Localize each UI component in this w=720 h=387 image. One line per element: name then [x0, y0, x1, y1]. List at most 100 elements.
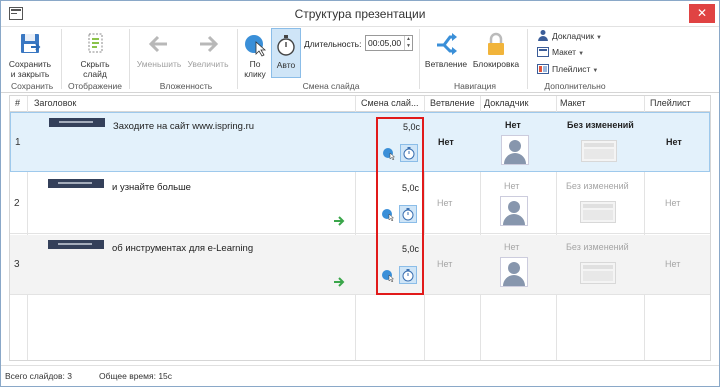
- ribbon-toolbar: Сохранить и закрыть Сохранить Скрыть сла…: [1, 27, 719, 93]
- playlist-value[interactable]: Нет: [665, 259, 680, 269]
- duration-input[interactable]: 00:05,00 ▲ ▼: [365, 35, 413, 51]
- transition-highlight-box: [376, 117, 424, 295]
- group-label-nesting: Вложенность: [159, 81, 213, 91]
- slide-thumbnail: [49, 118, 105, 127]
- chevron-down-icon: ▼: [592, 68, 599, 74]
- row-number: 2: [14, 198, 20, 209]
- table-header: # Заголовок Смена слай... Ветвление Докл…: [10, 96, 710, 112]
- structure-window: Структура презентации ✕ Сохранить и закр…: [0, 0, 720, 387]
- slide-thumbnail: [48, 179, 104, 188]
- decrease-nesting-button[interactable]: Уменьшить: [135, 31, 183, 69]
- ribbon-separator: [237, 29, 238, 89]
- hide-slide-icon: [82, 31, 108, 57]
- branching-value[interactable]: Нет: [437, 198, 452, 208]
- increase-nesting-label: Увеличить: [187, 59, 229, 69]
- player-icon: [537, 64, 549, 74]
- duration-spinner[interactable]: ▲ ▼: [404, 36, 412, 50]
- column-header-title[interactable]: Заголовок: [34, 98, 76, 108]
- duration-value: 00:05,00: [368, 38, 402, 48]
- hide-slide-button[interactable]: Скрыть слайд: [73, 31, 117, 79]
- presenter-dropdown[interactable]: Докладчик ▼: [537, 29, 602, 43]
- layout-thumbnail-icon[interactable]: [581, 140, 617, 162]
- chevron-down-icon: ▼: [595, 35, 602, 41]
- column-header-playlist[interactable]: Плейлист: [650, 98, 691, 108]
- layout-thumbnail-icon[interactable]: [580, 262, 616, 284]
- column-header-branching[interactable]: Ветвление: [430, 98, 475, 108]
- slide-title[interactable]: Заходите на сайт www.ispring.ru: [113, 121, 254, 132]
- stopwatch-icon: [273, 32, 299, 58]
- column-header-layout[interactable]: Макет: [560, 98, 585, 108]
- auto-label: Авто: [276, 60, 296, 70]
- playlist-value[interactable]: Нет: [665, 198, 680, 208]
- status-bar: Всего слайдов: 3 Общее время: 15с: [1, 365, 719, 386]
- save-disk-icon: [17, 31, 43, 57]
- slide-thumbnail: [48, 240, 104, 249]
- presenter-avatar-icon[interactable]: [500, 257, 528, 287]
- layout-value[interactable]: Без изменений: [566, 181, 629, 191]
- decrease-nesting-label: Уменьшить: [136, 59, 182, 69]
- arrow-left-icon: [146, 31, 172, 57]
- playlist-value[interactable]: Нет: [666, 137, 682, 147]
- table-row[interactable]: 3 об инструментах для e-Learning 5,0с Не…: [10, 235, 710, 295]
- layout-value[interactable]: Без изменений: [566, 242, 629, 252]
- ribbon-separator: [61, 29, 62, 89]
- layout-label: Макет: [552, 47, 577, 57]
- branching-button[interactable]: Ветвление: [423, 31, 469, 69]
- hide-slide-label: Скрыть слайд: [80, 59, 110, 79]
- save-and-close-button[interactable]: Сохранить и закрыть: [7, 31, 53, 79]
- close-button[interactable]: ✕: [689, 4, 715, 23]
- branching-value[interactable]: Нет: [438, 137, 454, 147]
- title-bar: Структура презентации ✕: [1, 1, 719, 27]
- presenter-avatar-icon[interactable]: [500, 196, 528, 226]
- total-slides: Всего слайдов: 3: [5, 371, 72, 381]
- total-time: Общее время: 15с: [99, 371, 173, 381]
- slide-title[interactable]: и узнайте больше: [112, 182, 191, 193]
- locking-button[interactable]: Блокировка: [471, 31, 521, 69]
- column-header-transition[interactable]: Смена слай...: [361, 98, 418, 108]
- slide-title[interactable]: об инструментах для e-Learning: [112, 243, 253, 254]
- slides-table: # Заголовок Смена слай... Ветвление Докл…: [9, 95, 711, 361]
- table-row[interactable]: 1 Заходите на сайт www.ispring.ru 5,0с Н…: [10, 112, 710, 172]
- mouse-click-icon: [242, 31, 268, 57]
- branching-value[interactable]: Нет: [437, 259, 452, 269]
- lock-icon: [483, 31, 509, 57]
- locking-label: Блокировка: [472, 59, 520, 69]
- ribbon-separator: [419, 29, 420, 89]
- arrow-right-icon: [333, 277, 345, 287]
- on-click-button[interactable]: По клику: [241, 31, 269, 79]
- ribbon-separator: [129, 29, 130, 89]
- row-number: 1: [15, 137, 21, 148]
- increase-nesting-button[interactable]: Увеличить: [185, 31, 231, 69]
- column-header-presenter[interactable]: Докладчик: [484, 98, 528, 108]
- person-icon: [537, 29, 549, 41]
- presenter-label: Докладчик: [552, 31, 594, 41]
- window-title: Структура презентации: [294, 7, 426, 21]
- column-header-num[interactable]: #: [15, 98, 20, 108]
- presenter-value[interactable]: Нет: [504, 242, 519, 252]
- arrow-right-icon: [333, 216, 345, 226]
- arrow-right-icon: [195, 31, 221, 57]
- group-label-save: Сохранить: [11, 81, 54, 91]
- group-label-extra: Дополнительно: [544, 81, 606, 91]
- auto-button[interactable]: Авто: [271, 28, 301, 78]
- layout-dropdown[interactable]: Макет ▼: [537, 45, 584, 59]
- player-label: Плейлист: [552, 64, 591, 74]
- table-row[interactable]: 2 и узнайте больше 5,0с Нет Нет Без изме…: [10, 174, 710, 234]
- group-label-navigation: Навигация: [454, 81, 496, 91]
- group-label-display: Отображение: [67, 81, 123, 91]
- duration-label: Длительность:: [304, 39, 362, 49]
- ribbon-separator: [527, 29, 528, 89]
- layout-thumbnail-icon[interactable]: [580, 201, 616, 223]
- presenter-value[interactable]: Нет: [504, 181, 519, 191]
- branching-icon: [433, 31, 459, 57]
- presenter-value[interactable]: Нет: [505, 120, 521, 130]
- layout-value[interactable]: Без изменений: [567, 120, 634, 130]
- group-label-transition: Смена слайда: [302, 81, 360, 91]
- on-click-label: По клику: [244, 59, 266, 79]
- presenter-avatar-icon[interactable]: [501, 135, 529, 165]
- layout-icon: [537, 47, 549, 57]
- row-number: 3: [14, 259, 20, 270]
- branching-label: Ветвление: [424, 59, 468, 69]
- player-dropdown[interactable]: Плейлист ▼: [537, 62, 598, 76]
- save-and-close-label: Сохранить и закрыть: [8, 59, 52, 79]
